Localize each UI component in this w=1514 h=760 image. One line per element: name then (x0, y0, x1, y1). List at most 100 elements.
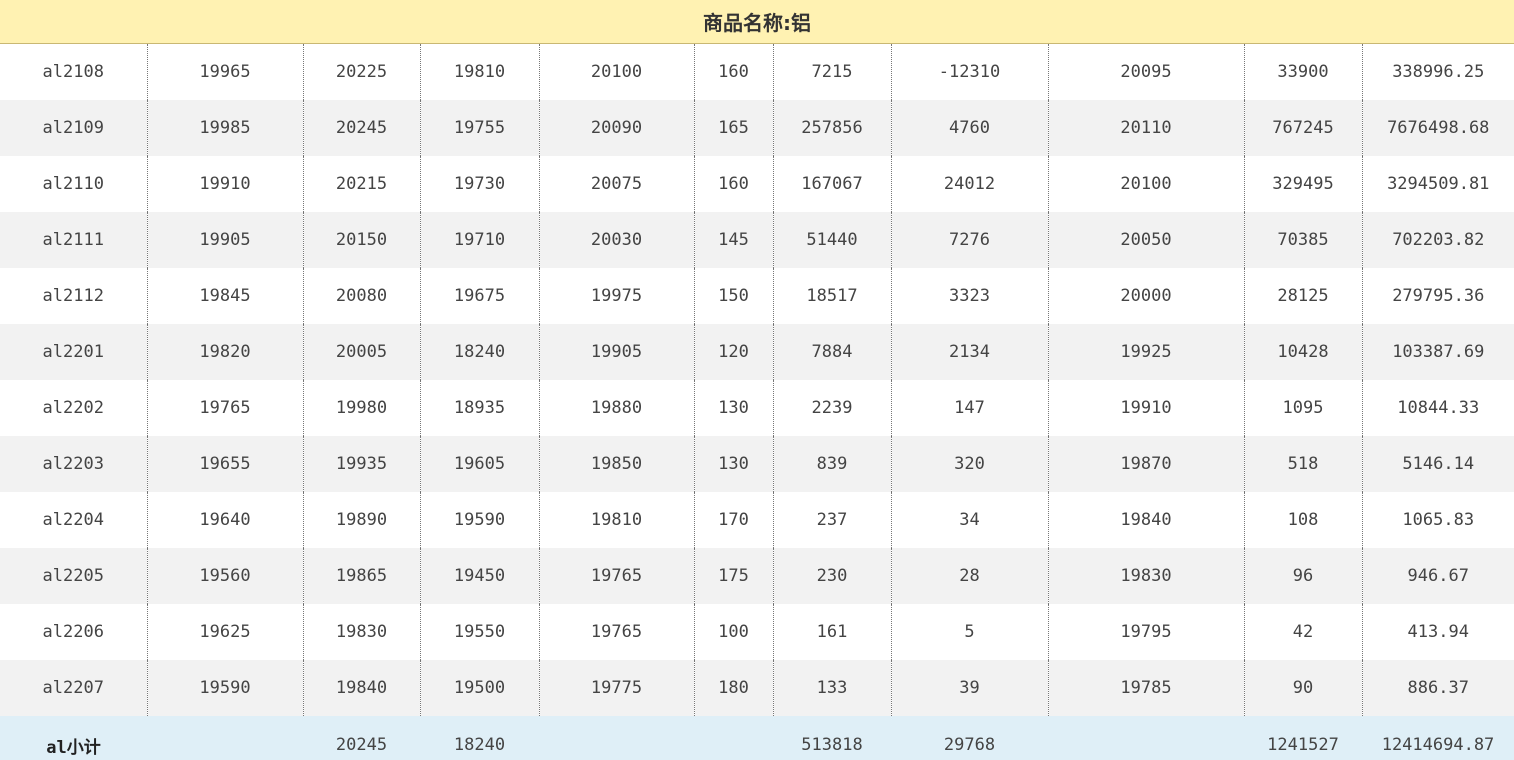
table-cell[interactable]: -12310 (890, 44, 1048, 100)
table-cell[interactable]: 19640 (146, 492, 303, 548)
table-cell[interactable]: 19590 (419, 492, 539, 548)
table-row[interactable]: al2205 19560 19865 19450 19765 175 230 28 19830 9… (0, 548, 1514, 604)
subtotal-cell[interactable]: 20245 (303, 716, 420, 760)
table-cell[interactable]: 19810 (419, 44, 539, 100)
table-cell[interactable]: 19795 (1047, 604, 1244, 660)
table-cell[interactable]: 19755 (419, 100, 539, 156)
table-cell[interactable]: 946.67 (1361, 548, 1514, 604)
table-cell[interactable]: 19675 (419, 268, 539, 324)
table-cell[interactable]: 19785 (1047, 660, 1244, 716)
table-cell[interactable]: 230 (772, 548, 891, 604)
table-cell[interactable]: 20100 (538, 44, 694, 100)
table-cell[interactable]: 19850 (538, 436, 694, 492)
table-cell[interactable]: 7884 (772, 324, 891, 380)
table-cell[interactable]: 20245 (302, 100, 420, 156)
subtotal-cell[interactable] (694, 716, 773, 760)
table-cell[interactable]: 19845 (146, 268, 303, 324)
table-cell[interactable]: 51440 (772, 212, 891, 268)
table-cell[interactable]: 70385 (1243, 212, 1362, 268)
table-cell[interactable]: 20100 (1047, 156, 1244, 212)
subtotal-cell[interactable] (539, 716, 694, 760)
table-cell[interactable]: 100 (693, 604, 773, 660)
table-cell[interactable]: 3294509.81 (1361, 156, 1514, 212)
table-cell[interactable]: 19965 (146, 44, 303, 100)
table-cell[interactable]: 19865 (302, 548, 420, 604)
table-cell[interactable]: 90 (1243, 660, 1362, 716)
contract-code-cell[interactable]: al2203 (0, 436, 147, 492)
table-cell[interactable]: 150 (693, 268, 773, 324)
table-cell[interactable]: 165 (693, 100, 773, 156)
table-cell[interactable]: 133 (772, 660, 891, 716)
contract-code-cell[interactable]: al2205 (0, 548, 147, 604)
contract-code-cell[interactable]: al2201 (0, 324, 147, 380)
table-cell[interactable]: 7215 (772, 44, 891, 100)
table-cell[interactable]: 108 (1243, 492, 1362, 548)
table-cell[interactable]: 19655 (146, 436, 303, 492)
subtotal-cell[interactable] (1048, 716, 1244, 760)
contract-code-cell[interactable]: al2111 (0, 212, 147, 268)
table-cell[interactable]: 19980 (302, 380, 420, 436)
table-row[interactable]: al2110 19910 20215 19730 20075 160 167067 24012… (0, 156, 1514, 212)
table-cell[interactable]: 329495 (1243, 156, 1362, 212)
subtotal-cell[interactable]: 513818 (773, 716, 891, 760)
table-cell[interactable]: 20080 (302, 268, 420, 324)
contract-code-cell[interactable]: al2202 (0, 380, 147, 436)
table-cell[interactable]: 7276 (890, 212, 1048, 268)
table-cell[interactable]: 2134 (890, 324, 1048, 380)
contract-code-cell[interactable]: al2110 (0, 156, 147, 212)
table-cell[interactable]: 19765 (538, 548, 694, 604)
table-cell[interactable]: 19975 (538, 268, 694, 324)
table-cell[interactable]: 33900 (1243, 44, 1362, 100)
table-cell[interactable]: 19775 (538, 660, 694, 716)
table-cell[interactable]: 19840 (302, 660, 420, 716)
table-cell[interactable]: 3323 (890, 268, 1048, 324)
table-cell[interactable]: 160 (693, 44, 773, 100)
contract-code-cell[interactable]: al2204 (0, 492, 147, 548)
table-cell[interactable]: 10428 (1243, 324, 1362, 380)
table-cell[interactable]: 145 (693, 212, 773, 268)
table-cell[interactable]: 20050 (1047, 212, 1244, 268)
table-cell[interactable]: 20110 (1047, 100, 1244, 156)
table-cell[interactable]: 19710 (419, 212, 539, 268)
table-row[interactable]: al2203 19655 19935 19605 19850 130 839 320 19870… (0, 436, 1514, 492)
table-row[interactable]: al2109 19985 20245 19755 20090 165 257856 4760 2… (0, 100, 1514, 156)
subtotal-cell[interactable] (147, 716, 303, 760)
table-cell[interactable]: 19830 (1047, 548, 1244, 604)
table-cell[interactable]: 20090 (538, 100, 694, 156)
table-row[interactable]: al2202 19765 19980 18935 19880 130 2239 147 1991… (0, 380, 1514, 436)
table-cell[interactable]: 19560 (146, 548, 303, 604)
table-cell[interactable]: 130 (693, 436, 773, 492)
table-cell[interactable]: 5 (890, 604, 1048, 660)
table-cell[interactable]: 19590 (146, 660, 303, 716)
contract-code-cell[interactable]: al2206 (0, 604, 147, 660)
table-cell[interactable]: 886.37 (1361, 660, 1514, 716)
table-cell[interactable]: 20075 (538, 156, 694, 212)
table-row[interactable]: al2207 19590 19840 19500 19775 180 133 39 19785 9… (0, 660, 1514, 716)
table-cell[interactable]: 518 (1243, 436, 1362, 492)
table-cell[interactable]: 175 (693, 548, 773, 604)
table-cell[interactable]: 19625 (146, 604, 303, 660)
table-cell[interactable]: 20005 (302, 324, 420, 380)
subtotal-cell[interactable]: 18240 (420, 716, 539, 760)
table-cell[interactable]: 161 (772, 604, 891, 660)
table-cell[interactable]: 19925 (1047, 324, 1244, 380)
table-cell[interactable]: 147 (890, 380, 1048, 436)
table-cell[interactable]: 19550 (419, 604, 539, 660)
table-cell[interactable]: 19870 (1047, 436, 1244, 492)
table-cell[interactable]: 2239 (772, 380, 891, 436)
table-cell[interactable]: 19820 (146, 324, 303, 380)
table-cell[interactable]: 19890 (302, 492, 420, 548)
table-row[interactable]: al2108 19965 20225 19810 20100 160 7215 -12310 2… (0, 44, 1514, 100)
table-row[interactable]: al2204 19640 19890 19590 19810 170 237 34 19840 1… (0, 492, 1514, 548)
table-cell[interactable]: 702203.82 (1361, 212, 1514, 268)
table-cell[interactable]: 19840 (1047, 492, 1244, 548)
table-cell[interactable]: 19905 (146, 212, 303, 268)
table-cell[interactable]: 167067 (772, 156, 891, 212)
table-cell[interactable]: 19910 (146, 156, 303, 212)
subtotal-label[interactable]: al小计 (0, 716, 147, 760)
table-cell[interactable]: 18240 (419, 324, 539, 380)
table-cell[interactable]: 19880 (538, 380, 694, 436)
table-cell[interactable]: 20030 (538, 212, 694, 268)
table-cell[interactable]: 839 (772, 436, 891, 492)
table-cell[interactable]: 18517 (772, 268, 891, 324)
